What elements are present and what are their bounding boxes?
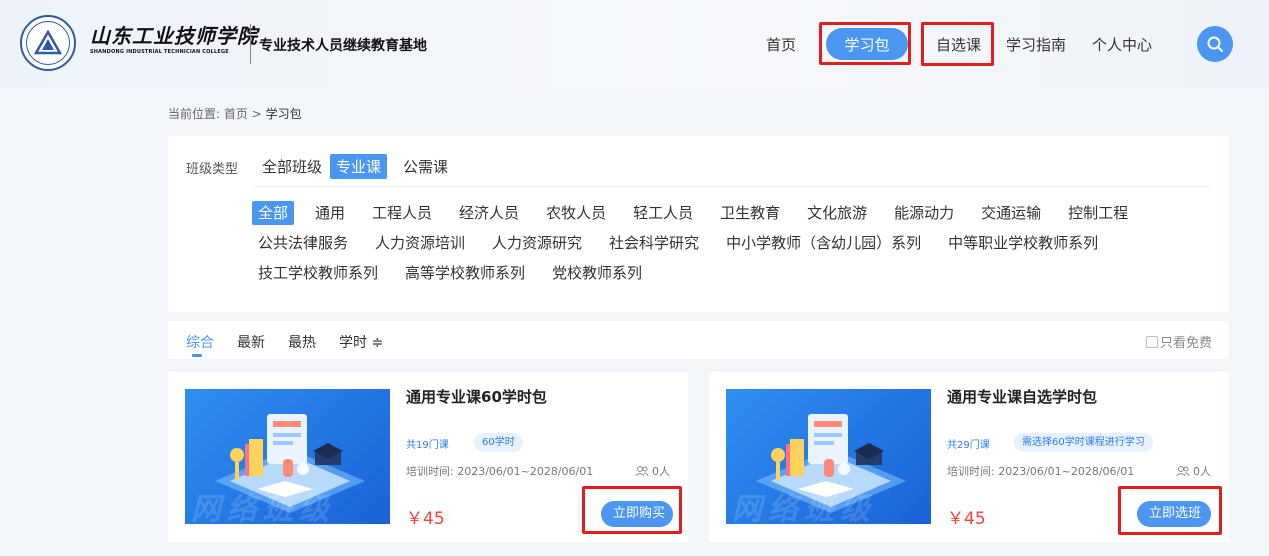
package-title[interactable]: 通用专业课自选学时包 (947, 386, 1097, 407)
category-option[interactable]: 通用 (309, 201, 351, 225)
highlight-box-study-package (819, 22, 911, 65)
category-option[interactable]: 卫生教育 (714, 201, 786, 225)
nav-personal-center[interactable]: 个人中心 (1092, 34, 1152, 55)
breadcrumb-current: 学习包 (265, 107, 302, 121)
sort-comprehensive[interactable]: 综合 (186, 332, 214, 352)
category-list: 全部 通用 工程人员 经济人员 农牧人员 轻工人员 卫生教育 文化旅游 能源动力 交通运输 控制工程… (252, 198, 1212, 288)
package-price: ￥45 (406, 509, 445, 529)
cover-watermark: 网络班级 (191, 492, 335, 524)
enrolled-count-value: 0人 (652, 465, 670, 478)
package-cover-image[interactable]: 网络班级 (726, 389, 931, 524)
category-option[interactable]: 人力资源培训 (369, 231, 471, 255)
study-hours-tag: 需选择60学时课程进行学习 (1014, 433, 1153, 452)
logo-divider (250, 24, 251, 64)
nav-home[interactable]: 首页 (766, 34, 796, 55)
package-title[interactable]: 通用专业课60学时包 (406, 386, 547, 407)
breadcrumb: 当前位置: 首页 > 学习包 (168, 105, 302, 122)
college-name-logo[interactable]: 山东工业技师学院 SHANDONG INDUSTRIAL TECHNICIAN … (90, 24, 258, 55)
nav-study-guide[interactable]: 学习指南 (1006, 34, 1066, 55)
training-period: 培训时间: 2023/06/01~2028/06/01 (947, 465, 1135, 478)
breadcrumb-home-link[interactable]: 首页 (224, 107, 248, 121)
college-name-en: SHANDONG INDUSTRIAL TECHNICIAN COLLEGE (90, 49, 229, 55)
course-count-tag: 共19门课 (406, 440, 449, 451)
type-option-all[interactable]: 全部班级 (256, 154, 328, 179)
category-option[interactable]: 中等职业学校教师系列 (942, 231, 1104, 255)
category-option[interactable]: 经济人员 (453, 201, 525, 225)
package-price: ￥45 (947, 509, 986, 529)
category-option[interactable]: 能源动力 (888, 201, 960, 225)
search-icon (1207, 36, 1223, 52)
type-option-professional[interactable]: 专业课 (330, 154, 388, 179)
enrolled-count: 0人 (1176, 463, 1211, 479)
category-option[interactable]: 全部 (252, 201, 295, 225)
class-type-filter-panel: 班级类型 全部班级 专业课 公需课 全部 通用 工程人员 经济人员 农牧人员 轻工人员 卫生… (168, 136, 1229, 312)
sort-active-indicator (192, 354, 202, 357)
training-period: 培训时间: 2023/06/01~2028/06/01 (406, 465, 594, 478)
category-option[interactable]: 工程人员 (366, 201, 438, 225)
category-option[interactable]: 中小学教师（含幼儿园）系列 (720, 231, 927, 255)
breadcrumb-separator: > (247, 107, 266, 121)
sort-bar: 综合 最新 最热 学时 ≑ 只看免费 (168, 321, 1229, 359)
free-only-checkbox[interactable]: 只看免费 (1145, 332, 1212, 351)
category-option[interactable]: 交通运输 (975, 201, 1047, 225)
study-hours-tag: 60学时 (474, 433, 523, 452)
college-name-cn: 山东工业技师学院 (90, 24, 258, 48)
breadcrumb-prefix: 当前位置: (168, 107, 224, 121)
users-icon (635, 466, 649, 477)
filter-divider (254, 186, 1210, 187)
enrolled-count: 0人 (635, 463, 670, 479)
users-icon (1176, 466, 1190, 477)
category-option[interactable]: 技工学校教师系列 (252, 261, 384, 285)
highlight-box-elective-courses (921, 22, 994, 66)
college-emblem-icon[interactable] (20, 15, 76, 71)
category-option[interactable]: 公共法律服务 (252, 231, 354, 255)
package-card[interactable]: 网络班级 通用专业课60学时包 共19门课 60学时 培训时间: 2023/06… (168, 372, 688, 542)
category-option[interactable]: 人力资源研究 (486, 231, 588, 255)
sort-newest[interactable]: 最新 (237, 332, 265, 352)
category-option[interactable]: 党校教师系列 (546, 261, 648, 285)
cover-watermark: 网络班级 (732, 492, 876, 524)
site-header: 山东工业技师学院 SHANDONG INDUSTRIAL TECHNICIAN … (0, 0, 1269, 88)
search-button[interactable] (1197, 26, 1233, 62)
emblem-inner (26, 21, 70, 65)
free-only-label: 只看免费 (1159, 336, 1212, 351)
category-option[interactable]: 高等学校教师系列 (399, 261, 531, 285)
checkbox-box[interactable] (1145, 335, 1158, 348)
highlight-box-buy-now (582, 486, 682, 534)
package-cover-image[interactable]: 网络班级 (185, 389, 390, 524)
category-option[interactable]: 文化旅游 (801, 201, 873, 225)
category-option[interactable]: 农牧人员 (540, 201, 612, 225)
sort-hottest[interactable]: 最热 (288, 332, 316, 352)
enrolled-count-value: 0人 (1193, 465, 1211, 478)
emblem-triangle-icon (33, 29, 63, 55)
category-option[interactable]: 控制工程 (1062, 201, 1134, 225)
highlight-box-select-class (1118, 486, 1222, 535)
category-option[interactable]: 轻工人员 (627, 201, 699, 225)
package-card[interactable]: 网络班级 通用专业课自选学时包 共29门课 需选择60学时课程进行学习 培训时间… (709, 372, 1229, 542)
type-option-public[interactable]: 公需课 (397, 154, 454, 179)
category-option[interactable]: 社会科学研究 (603, 231, 705, 255)
course-count-tag: 共29门课 (947, 440, 990, 451)
class-type-label: 班级类型 (186, 162, 239, 177)
sort-study-hours[interactable]: 学时 ≑ (339, 332, 383, 352)
site-title: 专业技术人员继续教育基地 (259, 38, 427, 54)
